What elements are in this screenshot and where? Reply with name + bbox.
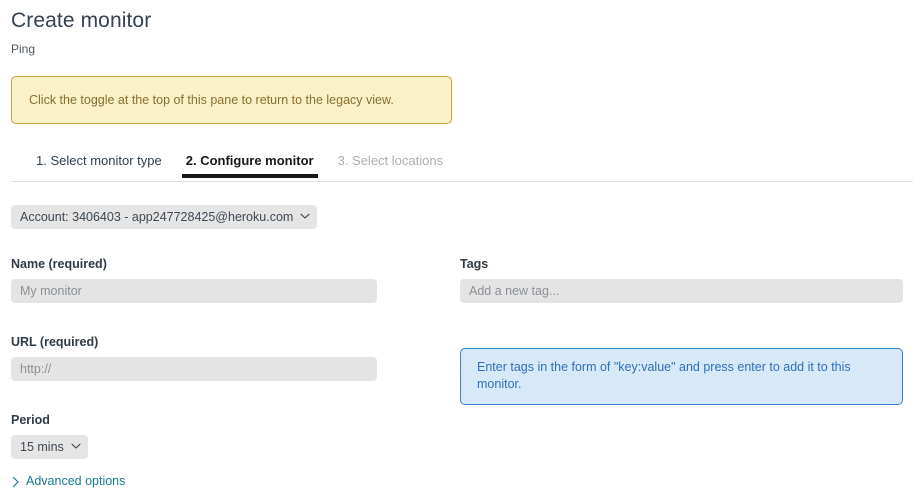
create-monitor-page: Create monitor Ping Click the toggle at … bbox=[0, 0, 924, 504]
period-field-label: Period bbox=[11, 413, 50, 427]
name-field-label: Name (required) bbox=[11, 257, 107, 271]
tags-info-box-text: Enter tags in the form of "key:value" an… bbox=[477, 360, 851, 391]
name-input[interactable] bbox=[11, 279, 377, 303]
tab-configure-monitor[interactable]: 2. Configure monitor bbox=[174, 148, 326, 178]
legacy-view-banner: Click the toggle at the top of this pane… bbox=[11, 76, 452, 124]
tags-field-label: Tags bbox=[460, 257, 489, 271]
page-header: Create monitor Ping bbox=[0, 0, 924, 57]
account-selector[interactable]: Account: 3406403 - app247728425@heroku.c… bbox=[11, 205, 318, 229]
tags-info-box: Enter tags in the form of "key:value" an… bbox=[460, 348, 903, 405]
chevron-down-icon bbox=[71, 441, 81, 449]
period-select[interactable]: 15 mins bbox=[11, 435, 88, 459]
page-title: Create monitor bbox=[11, 9, 152, 32]
advanced-options-label: Advanced options bbox=[26, 474, 126, 488]
field-spacer bbox=[11, 303, 377, 334]
legacy-view-banner-text: Click the toggle at the top of this pane… bbox=[29, 93, 394, 107]
form-column-right: Tags bbox=[460, 256, 903, 303]
tab-select-locations: 3. Select locations bbox=[337, 153, 444, 168]
period-select-value: 15 mins bbox=[20, 440, 64, 454]
field-spacer bbox=[11, 381, 377, 412]
advanced-options-toggle[interactable]: Advanced options bbox=[11, 473, 125, 489]
tabs-divider bbox=[11, 181, 913, 182]
step-tabs: 1. Select monitor type 2. Configure moni… bbox=[0, 148, 924, 182]
form-column-left: Name (required) URL (required) Period 15… bbox=[11, 256, 377, 459]
url-input[interactable] bbox=[11, 357, 377, 381]
account-selector-label: Account: 3406403 - app247728425@heroku.c… bbox=[20, 210, 294, 224]
monitor-type-subtitle: Ping bbox=[11, 42, 36, 56]
tab-select-monitor-type[interactable]: 1. Select monitor type bbox=[24, 148, 174, 178]
chevron-right-icon bbox=[11, 476, 19, 488]
step-tab-list: 1. Select monitor type 2. Configure moni… bbox=[0, 148, 924, 178]
tags-input[interactable] bbox=[460, 279, 903, 303]
url-field-label: URL (required) bbox=[11, 335, 99, 349]
chevron-down-icon bbox=[300, 211, 310, 219]
